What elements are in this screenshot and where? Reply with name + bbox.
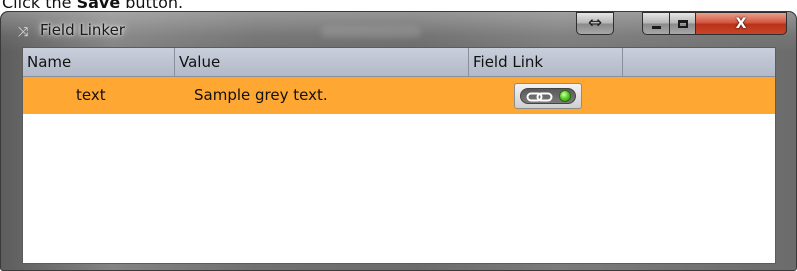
maximize-button[interactable] [669, 12, 696, 35]
table-row[interactable]: text Sample grey text. [23, 77, 775, 114]
close-button[interactable]: X [695, 12, 787, 35]
title-bar-reflection [321, 26, 421, 38]
minimize-button[interactable] [642, 12, 670, 35]
field-linker-app-icon: ⤨ [18, 25, 29, 40]
minimize-icon [651, 26, 661, 29]
field-link-pill [520, 88, 576, 104]
column-header-field-link[interactable]: Field Link [469, 48, 623, 76]
double-arrow-icon: ⇔ [587, 13, 603, 33]
field-link-button[interactable] [514, 83, 582, 109]
chain-link-icon [526, 92, 553, 102]
window-title: Field Linker [40, 21, 125, 39]
cell-name: text [76, 86, 106, 104]
maximize-icon [677, 19, 688, 28]
cell-value: Sample grey text. [194, 86, 328, 104]
column-header-name[interactable]: Name [23, 48, 175, 76]
field-grid: Name Value Field Link text Sample grey t… [22, 47, 776, 264]
resize-button[interactable]: ⇔ [576, 12, 614, 35]
green-status-dot-icon [559, 90, 571, 102]
column-header-value[interactable]: Value [175, 48, 469, 76]
grid-header: Name Value Field Link [23, 48, 775, 77]
column-header-filler [623, 48, 775, 76]
close-icon: X [735, 15, 747, 32]
